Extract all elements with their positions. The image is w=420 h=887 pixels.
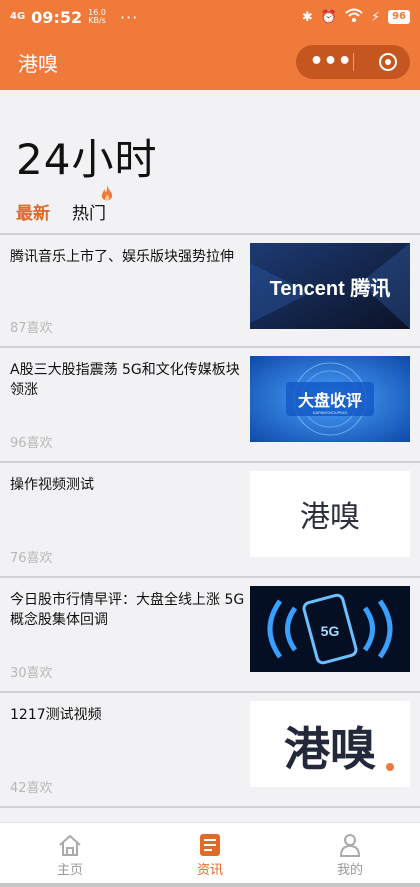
play-dot-icon [386, 763, 394, 771]
network-speed: 16.0 KB/s [88, 9, 106, 25]
notification-more: ··· [119, 7, 139, 27]
news-title: 今日股市行情早评：大盘全线上涨 5G概念股集体回调 [10, 592, 245, 628]
news-thumbnail: 港嗅 [250, 701, 410, 787]
thumb-text: Tencent 腾讯 [270, 276, 391, 300]
news-item[interactable]: 腾讯音乐上市了、娱乐版块强势拉伸 87喜欢 Tencent 腾讯 [0, 233, 420, 348]
news-thumbnail: Tencent 腾讯 [250, 243, 410, 329]
main-content: 24小时 最新 热门 腾讯音乐上市了、娱乐版块强势拉伸 87喜欢 Tencent… [0, 90, 420, 808]
speed-unit: KB/s [88, 16, 106, 25]
mini-program-capsule: ••• [296, 45, 410, 79]
status-bar: 4G 09:52 16.0 KB/s ··· ✱ ⏰ ⚡ 96 [0, 0, 420, 34]
charging-icon: ⚡ [370, 9, 381, 25]
fire-icon [101, 184, 113, 200]
clock: 09:52 [31, 7, 83, 27]
thumb-text: 港嗅 [300, 501, 360, 534]
tab-home-label: 主页 [56, 862, 83, 878]
tab-hot-label: 热门 [72, 203, 106, 224]
news-title: A股三大股指震荡 5G和文化传媒板块领涨 [10, 362, 240, 398]
tab-mine-label: 我的 [336, 862, 363, 878]
tab-news-label: 资讯 [196, 862, 223, 878]
thumb-subtext: DAPANSHOUPING [313, 410, 348, 415]
network-indicator: 4G [10, 11, 26, 22]
news-item[interactable]: 1217测试视频 42喜欢 港嗅 [0, 693, 420, 808]
like-count: 87喜欢 [10, 321, 53, 336]
bluetooth-icon: ✱ [301, 9, 313, 25]
thumb-text: 港嗅 [284, 723, 376, 775]
news-list: 腾讯音乐上市了、娱乐版块强势拉伸 87喜欢 Tencent 腾讯 A股三大股指震… [0, 233, 420, 808]
news-item[interactable]: 操作视频测试 76喜欢 港嗅 [0, 463, 420, 578]
home-indicator [0, 883, 420, 887]
tab-home[interactable]: 主页 [0, 823, 140, 887]
news-thumbnail: 港嗅 [250, 471, 410, 557]
like-count: 42喜欢 [10, 781, 53, 796]
battery-indicator: 96 [388, 10, 410, 24]
news-item[interactable]: A股三大股指震荡 5G和文化传媒板块领涨 96喜欢 大盘收评 DAPANSHOU… [0, 348, 420, 463]
news-icon [200, 833, 220, 856]
tab-mine[interactable]: 我的 [280, 823, 420, 887]
alarm-icon: ⏰ [320, 9, 337, 25]
news-thumbnail: 5G [250, 586, 410, 672]
news-title: 操作视频测试 [10, 477, 94, 493]
news-item[interactable]: 今日股市行情早评：大盘全线上涨 5G概念股集体回调 30喜欢 5G [0, 578, 420, 693]
user-icon [339, 833, 361, 857]
tab-hot[interactable]: 热门 [72, 184, 113, 224]
home-icon [59, 834, 81, 856]
like-count: 30喜欢 [10, 666, 53, 681]
wifi-icon [345, 8, 363, 26]
bottom-tab-bar: 主页 资讯 我的 [0, 822, 420, 887]
news-thumbnail: 大盘收评 DAPANSHOUPING [250, 356, 410, 442]
tab-latest[interactable]: 最新 [16, 199, 50, 224]
thumb-text: 大盘收评 [298, 391, 362, 410]
thumb-text: 5G [321, 623, 340, 639]
record-close-icon[interactable] [378, 53, 397, 71]
feed-tabs: 最新 热门 [16, 184, 420, 224]
news-title: 1217测试视频 [10, 707, 102, 723]
page-title: 24小时 [16, 135, 158, 184]
news-title: 腾讯音乐上市了、娱乐版块强势拉伸 [10, 249, 234, 265]
tab-news[interactable]: 资讯 [140, 823, 280, 887]
nav-bar: 港嗅 ••• [0, 34, 420, 90]
like-count: 96喜欢 [10, 436, 53, 451]
app-title: 港嗅 [18, 51, 58, 76]
like-count: 76喜欢 [10, 551, 53, 566]
more-dots-icon[interactable]: ••• [309, 51, 351, 73]
